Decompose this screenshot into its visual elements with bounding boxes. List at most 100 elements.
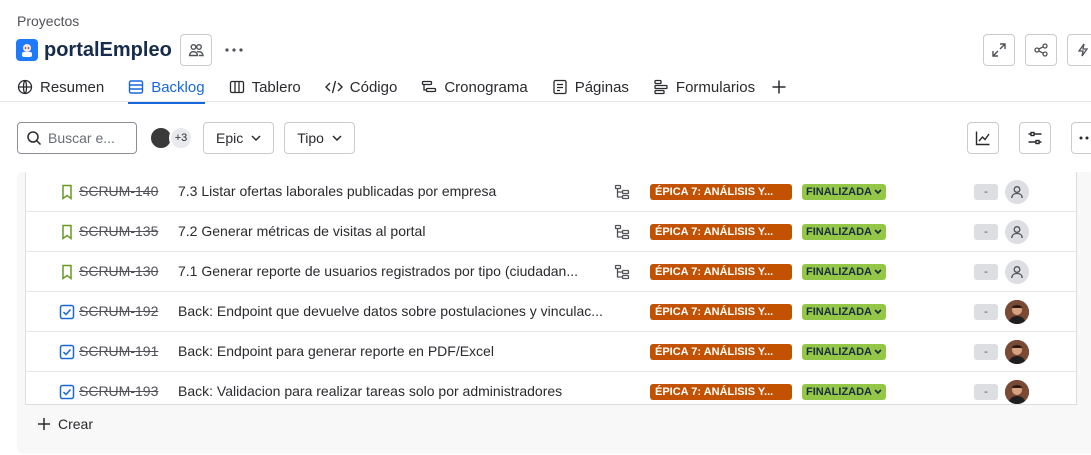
search-input[interactable]: Buscar e... — [17, 122, 137, 154]
estimate-badge[interactable]: - — [974, 384, 998, 400]
add-tab-button[interactable] — [771, 72, 787, 102]
issue-summary[interactable]: Back: Endpoint que devuelve datos sobre … — [178, 303, 638, 319]
issue-key[interactable]: SCRUM-135 — [79, 223, 158, 239]
fullscreen-button[interactable] — [983, 34, 1015, 66]
expand-icon — [992, 43, 1006, 57]
child-issues-icon[interactable] — [614, 184, 630, 200]
tab-label: Tablero — [251, 78, 301, 96]
avatar[interactable] — [1005, 300, 1029, 324]
view-actions — [967, 122, 1091, 154]
more-actions-button[interactable] — [218, 34, 250, 66]
estimate-badge[interactable]: - — [974, 344, 998, 360]
assignee-filter[interactable]: +3 — [149, 126, 193, 150]
project-header: portalEmpleo — [16, 34, 250, 66]
person-icon — [1011, 226, 1023, 239]
issue-summary[interactable]: 7.2 Generar métricas de visitas al porta… — [178, 223, 638, 239]
view-settings-button[interactable] — [1019, 122, 1051, 154]
tab-resumen[interactable]: Resumen — [17, 72, 104, 102]
type-filter-dropdown[interactable]: Tipo — [284, 122, 355, 154]
unassigned-avatar[interactable] — [1005, 180, 1029, 204]
issue-key[interactable]: SCRUM-193 — [79, 383, 158, 399]
issue-summary[interactable]: Back: Validacion para realizar tareas so… — [178, 383, 638, 399]
status-badge[interactable]: FINALIZADA — [802, 184, 886, 200]
epic-lozenge[interactable]: ÉPICA 7: ANÁLISIS Y... — [650, 224, 792, 240]
tab-tablero[interactable]: Tablero — [229, 72, 301, 102]
table-row[interactable]: SCRUM-193 Back: Validacion para realizar… — [26, 372, 1076, 412]
epic-lozenge[interactable]: ÉPICA 7: ANÁLISIS Y... — [650, 264, 792, 280]
tab-label: Resumen — [40, 78, 105, 96]
table-row[interactable]: SCRUM-191 Back: Endpoint para generar re… — [26, 332, 1076, 372]
status-badge[interactable]: FINALIZADA — [802, 384, 886, 400]
issue-summary[interactable]: Back: Endpoint para generar reporte en P… — [178, 343, 638, 359]
tab-label: Código — [349, 78, 398, 96]
chevron-down-icon — [874, 229, 882, 235]
child-issues-icon[interactable] — [614, 264, 630, 280]
person-photo-icon — [1005, 340, 1029, 364]
epic-filter-dropdown[interactable]: Epic — [203, 122, 275, 154]
board-icon — [229, 80, 244, 94]
issue-key[interactable]: SCRUM-140 — [79, 183, 158, 199]
create-issue-button[interactable]: Crear — [37, 416, 93, 432]
issue-summary[interactable]: 7.3 Listar ofertas laborales publicadas … — [178, 183, 638, 199]
status-badge[interactable]: FINALIZADA — [802, 344, 886, 360]
tab-codigo[interactable]: Código — [324, 72, 398, 102]
sliders-icon — [1028, 131, 1042, 145]
unassigned-avatar[interactable] — [1005, 220, 1029, 244]
tab-formularios[interactable]: Formularios — [653, 72, 755, 102]
team-button[interactable] — [179, 34, 212, 66]
more-options-button[interactable] — [1071, 122, 1091, 154]
status-label: FINALIZADA — [806, 186, 872, 198]
issue-key[interactable]: SCRUM-191 — [79, 343, 158, 359]
tab-backlog[interactable]: Backlog — [128, 72, 205, 104]
code-icon — [324, 80, 343, 94]
insights-button[interactable] — [967, 122, 999, 154]
chevron-down-icon — [874, 349, 882, 355]
task-icon — [59, 384, 75, 400]
status-label: FINALIZADA — [806, 226, 872, 238]
avatar[interactable] — [1005, 340, 1029, 364]
table-row[interactable]: SCRUM-140 7.3 Listar ofertas laborales p… — [26, 172, 1076, 212]
epic-lozenge[interactable]: ÉPICA 7: ANÁLISIS Y... — [650, 384, 792, 400]
issue-key[interactable]: SCRUM-130 — [79, 263, 158, 279]
avatar-more[interactable]: +3 — [169, 126, 193, 150]
tab-label: Formularios — [675, 78, 756, 96]
table-row[interactable]: SCRUM-192 Back: Endpoint que devuelve da… — [26, 292, 1076, 332]
epic-lozenge[interactable]: ÉPICA 7: ANÁLISIS Y... — [650, 304, 792, 320]
table-row[interactable]: SCRUM-130 7.1 Generar reporte de usuario… — [26, 252, 1076, 292]
automation-button[interactable] — [1067, 34, 1091, 66]
person-photo-icon — [1005, 380, 1029, 404]
status-label: FINALIZADA — [806, 306, 872, 318]
issue-summary[interactable]: 7.1 Generar reporte de usuarios registra… — [178, 263, 606, 279]
tab-cronograma[interactable]: Cronograma — [421, 72, 528, 102]
epic-lozenge[interactable]: ÉPICA 7: ANÁLISIS Y... — [650, 184, 792, 200]
chart-icon — [975, 131, 990, 146]
status-label: FINALIZADA — [806, 346, 872, 358]
status-badge[interactable]: FINALIZADA — [802, 304, 886, 320]
person-icon — [1011, 186, 1023, 199]
unassigned-avatar[interactable] — [1005, 260, 1029, 284]
avatar[interactable] — [1005, 380, 1029, 404]
estimate-badge[interactable]: - — [974, 264, 998, 280]
more-icon — [225, 48, 243, 52]
status-badge[interactable]: FINALIZADA — [802, 264, 886, 280]
status-badge[interactable]: FINALIZADA — [802, 224, 886, 240]
tab-label: Cronograma — [444, 78, 528, 96]
estimate-badge[interactable]: - — [974, 184, 998, 200]
tab-paginas[interactable]: Páginas — [552, 72, 629, 102]
chevron-down-icon — [874, 389, 882, 395]
person-icon — [1011, 266, 1023, 279]
table-row[interactable]: SCRUM-135 7.2 Generar métricas de visita… — [26, 212, 1076, 252]
epic-lozenge[interactable]: ÉPICA 7: ANÁLISIS Y... — [650, 344, 792, 360]
epic-filter-label: Epic — [216, 130, 244, 146]
issue-key[interactable]: SCRUM-192 — [79, 303, 158, 319]
task-icon — [59, 304, 75, 320]
estimate-badge[interactable]: - — [974, 224, 998, 240]
story-icon — [62, 224, 72, 240]
story-icon — [62, 184, 72, 200]
child-issues-icon[interactable] — [614, 224, 630, 240]
chevron-down-icon — [874, 189, 882, 195]
estimate-badge[interactable]: - — [974, 304, 998, 320]
breadcrumb[interactable]: Proyectos — [17, 13, 79, 29]
project-avatar-icon[interactable] — [16, 39, 38, 61]
share-button[interactable] — [1025, 34, 1057, 66]
